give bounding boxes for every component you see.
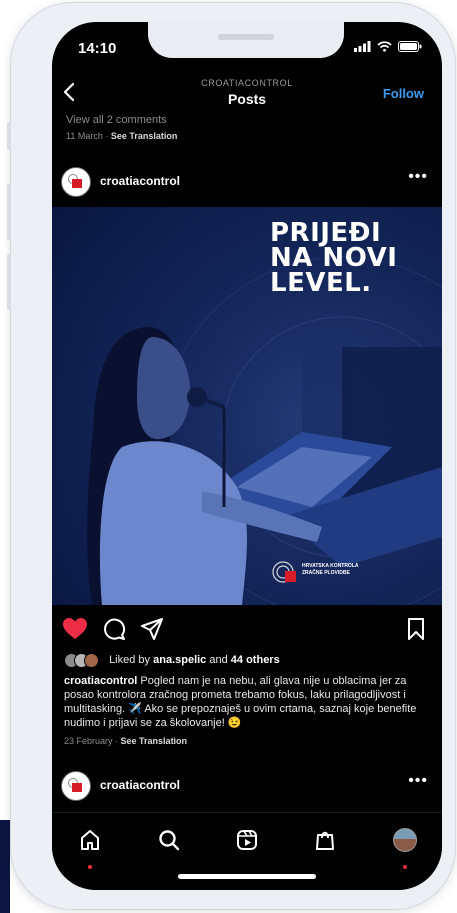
volume-down-button	[7, 254, 11, 310]
top-bar: CROATIACONTROL Posts Follow	[52, 74, 442, 114]
post-actions	[52, 616, 442, 644]
shopping-bag-icon	[316, 831, 334, 850]
status-icons	[354, 41, 422, 52]
more-options-button[interactable]: •••	[408, 168, 428, 186]
liked-mid: and	[209, 653, 228, 666]
post-username[interactable]: croatiacontrol	[100, 174, 180, 188]
battery-icon	[398, 41, 422, 52]
nav-shop[interactable]	[312, 827, 338, 853]
comment-button[interactable]	[102, 617, 126, 641]
likes-summary[interactable]: Liked by ana.spelic and 44 others	[64, 653, 280, 668]
next-post-header: croatiacontrol •••	[52, 768, 442, 804]
liker-avatars	[64, 653, 106, 668]
view-comments-link[interactable]: View all 2 comments	[66, 114, 167, 126]
speaker	[218, 34, 274, 40]
liked-others[interactable]: 44 others	[231, 654, 280, 666]
comment-icon	[104, 618, 125, 640]
notification-dot	[88, 865, 92, 869]
phone-frame: 14:10 CROATIACONTROL Posts Follow View a…	[7, 2, 456, 910]
mute-switch	[7, 122, 11, 150]
post-header: croatiacontrol •••	[52, 164, 442, 200]
logo-text-line-2: ZRAČNE PLOVIDBE	[302, 570, 350, 576]
image-logo: HRVATSKA KONTROLA ZRAČNE PLOVIDBE	[272, 560, 392, 584]
image-headline: PRIJEĐI NA NOVI LEVEL.	[270, 220, 397, 298]
home-icon	[81, 830, 99, 850]
liked-prefix: Liked by	[109, 653, 151, 666]
headline-line-3: LEVEL.	[270, 268, 372, 298]
paper-plane-icon	[141, 618, 163, 640]
nav-home[interactable]	[77, 827, 103, 869]
share-button[interactable]	[140, 617, 164, 641]
like-button[interactable]	[62, 617, 88, 641]
home-indicator[interactable]	[178, 874, 316, 879]
notch	[148, 22, 344, 58]
status-time: 14:10	[78, 40, 117, 57]
logo-text: HRVATSKA KONTROLA ZRAČNE PLOVIDBE	[302, 563, 358, 577]
logo-text-line-1: HRVATSKA KONTROLA	[302, 563, 359, 569]
post-image[interactable]: PRIJEĐI NA NOVI LEVEL. HRVATSKA KONTROLA…	[52, 207, 442, 605]
nav-profile[interactable]	[392, 827, 418, 869]
search-icon	[159, 830, 180, 851]
liked-user[interactable]: ana.spelic	[153, 654, 206, 666]
more-options-button[interactable]: •••	[408, 772, 428, 790]
see-translation-link[interactable]: See Translation	[121, 736, 188, 746]
save-button[interactable]	[406, 617, 426, 641]
heart-icon	[63, 618, 87, 639]
bookmark-icon	[408, 618, 424, 640]
background-edge	[0, 820, 10, 913]
profile-avatar	[393, 828, 417, 852]
previous-post-meta: 11 March · See Translation	[66, 131, 178, 141]
volume-up-button	[7, 184, 11, 240]
nav-reels[interactable]	[234, 827, 260, 853]
wifi-icon	[377, 41, 392, 52]
previous-post-date: 11 March	[66, 131, 103, 141]
notification-dot	[403, 865, 407, 869]
nav-search[interactable]	[156, 827, 182, 853]
logo-mark	[272, 561, 296, 583]
post-caption: croatiacontrol Pogled nam je na nebu, al…	[64, 674, 430, 730]
avatar[interactable]	[61, 771, 91, 801]
post-meta: 23 February · See Translation	[64, 736, 188, 746]
post-date: 23 February	[64, 736, 113, 746]
follow-button[interactable]: Follow	[383, 86, 424, 101]
signal-icon	[354, 41, 371, 52]
avatar[interactable]	[61, 167, 91, 197]
caption-username[interactable]: croatiacontrol	[64, 675, 137, 687]
screen: 14:10 CROATIACONTROL Posts Follow View a…	[52, 22, 442, 890]
liker-avatar	[84, 653, 99, 668]
reels-icon	[237, 830, 257, 850]
see-translation-link[interactable]: See Translation	[111, 131, 178, 141]
next-post-username[interactable]: croatiacontrol	[100, 778, 180, 792]
